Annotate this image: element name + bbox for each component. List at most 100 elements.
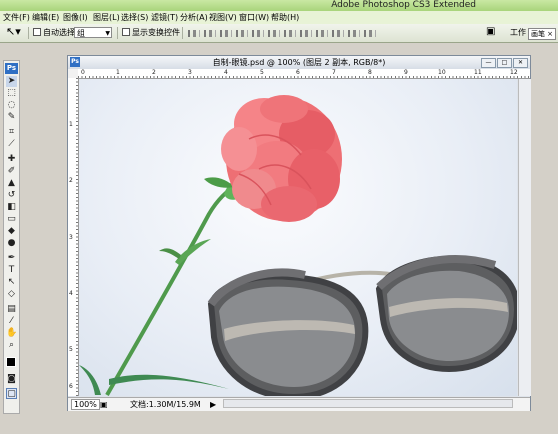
ruler-label: 7 [332, 69, 336, 76]
healing-icon[interactable]: ✚ [6, 154, 17, 165]
document-window: Ps 自制-眼镜.psd @ 100% (图层 2 副本, RGB/8*) — … [67, 55, 531, 411]
ruler-label: 3 [188, 69, 192, 76]
ruler-label: 6 [69, 383, 73, 390]
history-brush-icon[interactable]: ↺ [6, 190, 17, 201]
menu-filter[interactable]: 滤镜(T) [151, 12, 178, 23]
ruler-label: 11 [474, 69, 482, 76]
options-bar: ↖▾ 自动选择: 组 ▼ 显示变换控件 ▣ 工作 [0, 24, 558, 43]
auto-select-checkbox[interactable]: 自动选择: [33, 28, 78, 38]
dodge-icon[interactable]: ● [6, 238, 17, 249]
status-preview-icon[interactable]: ▣ [100, 399, 108, 410]
hand-icon[interactable]: ✋ [6, 328, 17, 339]
quick-mask-icon[interactable]: ◙ [6, 374, 17, 385]
document-size: 文档:1.30M/15.9M [130, 400, 201, 409]
align-distribute-icons[interactable] [188, 30, 394, 37]
distribute-top-icon[interactable] [284, 30, 296, 37]
align-bottom-icon[interactable] [220, 30, 232, 37]
menu-help[interactable]: 帮助(H) [271, 12, 299, 23]
notes-icon[interactable]: ▤ [6, 304, 17, 315]
align-right-icon[interactable] [268, 30, 280, 37]
path-select-icon[interactable]: ↖ [6, 277, 17, 288]
screen-mode-icon[interactable]: ▢ [6, 388, 17, 399]
eraser-icon[interactable]: ◧ [6, 202, 17, 213]
chevron-down-icon: ▼ [105, 30, 110, 37]
ruler-label: 10 [438, 69, 446, 76]
auto-select-dropdown[interactable]: 组 ▼ [74, 27, 112, 38]
stem-leaf [159, 248, 181, 259]
zoom-icon[interactable]: ⌕ [6, 340, 17, 351]
ruler-label: 6 [296, 69, 300, 76]
app-title-bar: Adobe Photoshop CS3 Extended [0, 0, 558, 11]
menu-edit[interactable]: 编辑(E) [32, 12, 59, 23]
ruler-label: 9 [404, 69, 408, 76]
ruler-label: 3 [69, 234, 73, 241]
separator [117, 27, 118, 39]
close-icon[interactable]: ✕ [513, 58, 528, 68]
workspace-label[interactable]: 工作 [510, 28, 526, 38]
ruler-label: 2 [152, 69, 156, 76]
ruler-label: 1 [69, 121, 73, 128]
menu-view[interactable]: 视图(V) [209, 12, 237, 23]
brush-icon[interactable]: ✐ [6, 166, 17, 177]
document-canvas[interactable] [79, 79, 517, 396]
menu-analysis[interactable]: 分析(A) [180, 12, 208, 23]
menu-image[interactable]: 图像(I) [63, 12, 88, 23]
app-title: Adobe Photoshop CS3 Extended [331, 0, 476, 10]
crop-icon[interactable]: ⌗ [6, 127, 17, 138]
distribute-right-icon[interactable] [364, 30, 376, 37]
ruler-label: 4 [69, 290, 73, 297]
align-hcenter-icon[interactable] [252, 30, 264, 37]
distribute-hcenter-icon[interactable] [348, 30, 360, 37]
quick-select-icon[interactable]: ✎ [6, 112, 17, 123]
separator [182, 27, 183, 39]
distribute-left-icon[interactable] [332, 30, 344, 37]
bridge-icon[interactable]: ▣ [486, 27, 495, 37]
align-top-icon[interactable] [188, 30, 200, 37]
vertical-scrollbar[interactable] [518, 79, 531, 396]
align-vcenter-icon[interactable] [204, 30, 216, 37]
horizontal-scrollbar[interactable] [223, 399, 513, 408]
menu-layer[interactable]: 图层(L) [93, 12, 120, 23]
marquee-icon[interactable]: ⬚ [6, 88, 17, 99]
ruler-label: 5 [69, 346, 73, 353]
blur-icon[interactable]: ◆ [6, 226, 17, 237]
ruler-label: 0 [81, 69, 85, 76]
workspace-tab[interactable]: 画笔 × [528, 28, 556, 40]
menu-file[interactable]: 文件(F) [3, 12, 30, 23]
maximize-icon[interactable]: □ [497, 58, 512, 68]
distribute-vcenter-icon[interactable] [300, 30, 312, 37]
ruler-label: 8 [368, 69, 372, 76]
auto-select-value: 组 [77, 29, 85, 38]
document-title: 自制-眼镜.psd @ 100% (图层 2 副本, RGB/8*) [212, 58, 386, 67]
toolbox: Ps ➤ ⬚ ◌ ✎ ⌗ ⟋ ✚ ✐ ▲ ↺ ◧ ▭ ◆ ● ✒ T ↖ ◇ ▤… [3, 60, 20, 414]
menu-window[interactable]: 窗口(W) [239, 12, 269, 23]
sunglasses [207, 255, 517, 396]
move-icon[interactable]: ➤ [6, 76, 17, 87]
ruler-label: 5 [260, 69, 264, 76]
workspace-tab-label: 画笔 [530, 30, 545, 38]
eyedropper-icon[interactable]: ⁄ [6, 316, 17, 327]
document-title-bar[interactable]: Ps 自制-眼镜.psd @ 100% (图层 2 副本, RGB/8*) — … [68, 56, 530, 70]
slice-icon[interactable]: ⟋ [6, 139, 17, 150]
show-transform-checkbox[interactable]: 显示变换控件 [122, 28, 180, 38]
gradient-icon[interactable]: ▭ [6, 214, 17, 225]
menu-select[interactable]: 选择(S) [121, 12, 148, 23]
minimize-icon[interactable]: — [481, 58, 496, 68]
carnation-flower [221, 95, 342, 222]
align-left-icon[interactable] [236, 30, 248, 37]
canvas-artwork [79, 95, 517, 396]
status-menu-arrow-icon[interactable]: ▶ [210, 399, 216, 410]
zoom-level[interactable]: 100% [71, 399, 100, 410]
distribute-bottom-icon[interactable] [316, 30, 328, 37]
show-transform-label: 显示变换控件 [132, 28, 180, 37]
lasso-icon[interactable]: ◌ [6, 100, 17, 111]
move-tool-preset-icon[interactable]: ↖▾ [6, 26, 21, 37]
stamp-icon[interactable]: ▲ [6, 178, 17, 189]
shape-icon[interactable]: ◇ [6, 289, 17, 300]
vertical-ruler[interactable]: 1 2 3 4 5 6 [68, 78, 79, 396]
foreground-color-swatch[interactable] [6, 357, 16, 367]
ruler-label: 12 [510, 69, 518, 76]
type-icon[interactable]: T [6, 265, 17, 276]
horizontal-ruler[interactable]: 0 1 2 3 4 5 6 7 8 9 10 11 12 [78, 69, 530, 79]
pen-icon[interactable]: ✒ [6, 253, 17, 264]
